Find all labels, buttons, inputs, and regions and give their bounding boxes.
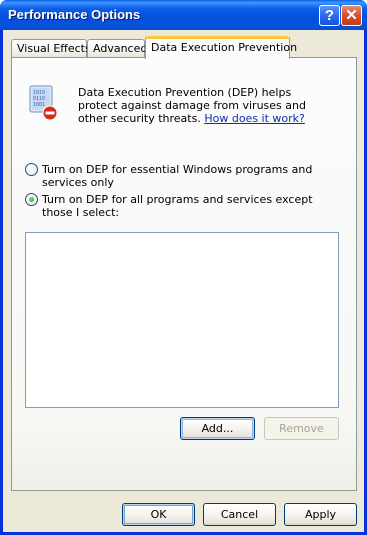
title-bar[interactable]: Performance Options ? ✕ [0, 0, 367, 30]
cancel-button[interactable]: Cancel [203, 503, 276, 526]
remove-button: Remove [264, 417, 339, 440]
window-title: Performance Options [8, 7, 141, 22]
how-does-it-work-link[interactable]: How does it work? [204, 112, 305, 125]
dep-description: Data Execution Prevention (DEP) helps pr… [78, 86, 328, 125]
radio-button-unselected[interactable] [25, 163, 38, 176]
apply-button[interactable]: Apply [284, 503, 357, 526]
ok-button[interactable]: OK [122, 503, 195, 526]
radio-all-programs-except-label: Turn on DEP for all programs and service… [42, 193, 313, 219]
tab-advanced[interactable]: Advanced [87, 39, 147, 58]
question-mark-icon: ? [324, 7, 335, 24]
close-button[interactable]: ✕ [341, 5, 362, 26]
exceptions-list-box[interactable] [25, 232, 339, 408]
performance-options-window: Performance Options ? ✕ Visual Effects A… [0, 0, 367, 535]
add-button[interactable]: Add... [180, 417, 255, 440]
dialog-client-area: Visual Effects Advanced Data Execution P… [3, 30, 364, 532]
svg-text:1001: 1001 [33, 102, 45, 108]
tab-visual-effects[interactable]: Visual Effects [11, 39, 91, 58]
help-button[interactable]: ? [319, 5, 340, 26]
radio-selected-dot-icon [29, 197, 34, 202]
tab-panel-dep: 1010 0110 1001 Data Execution Prevention… [11, 57, 357, 491]
dep-shield-binary-icon: 1010 0110 1001 [29, 85, 58, 121]
radio-essential-only-label: Turn on DEP for essential Windows progra… [42, 163, 313, 189]
radio-button-selected[interactable] [25, 193, 38, 206]
close-icon: ✕ [345, 7, 358, 24]
radio-all-programs-except[interactable]: Turn on DEP for all programs and service… [25, 193, 343, 219]
radio-essential-only[interactable]: Turn on DEP for essential Windows progra… [25, 163, 343, 189]
tab-data-execution-prevention[interactable]: Data Execution Prevention [145, 36, 297, 59]
